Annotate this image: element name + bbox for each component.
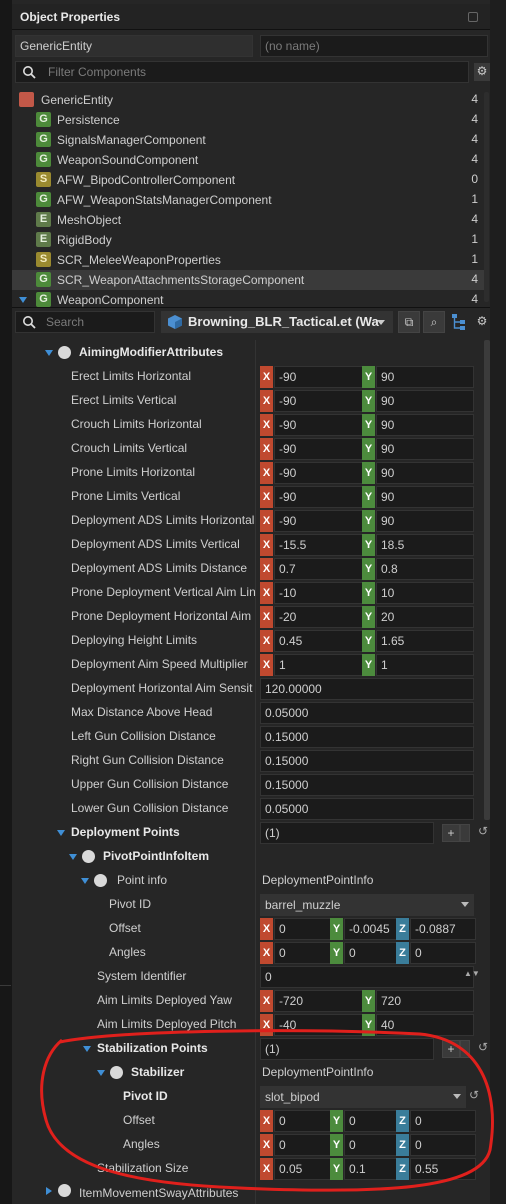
object-properties-window: Object Properties GenericEntity (no name… [0,0,506,1204]
red-annotation-circle [40,1029,494,1192]
